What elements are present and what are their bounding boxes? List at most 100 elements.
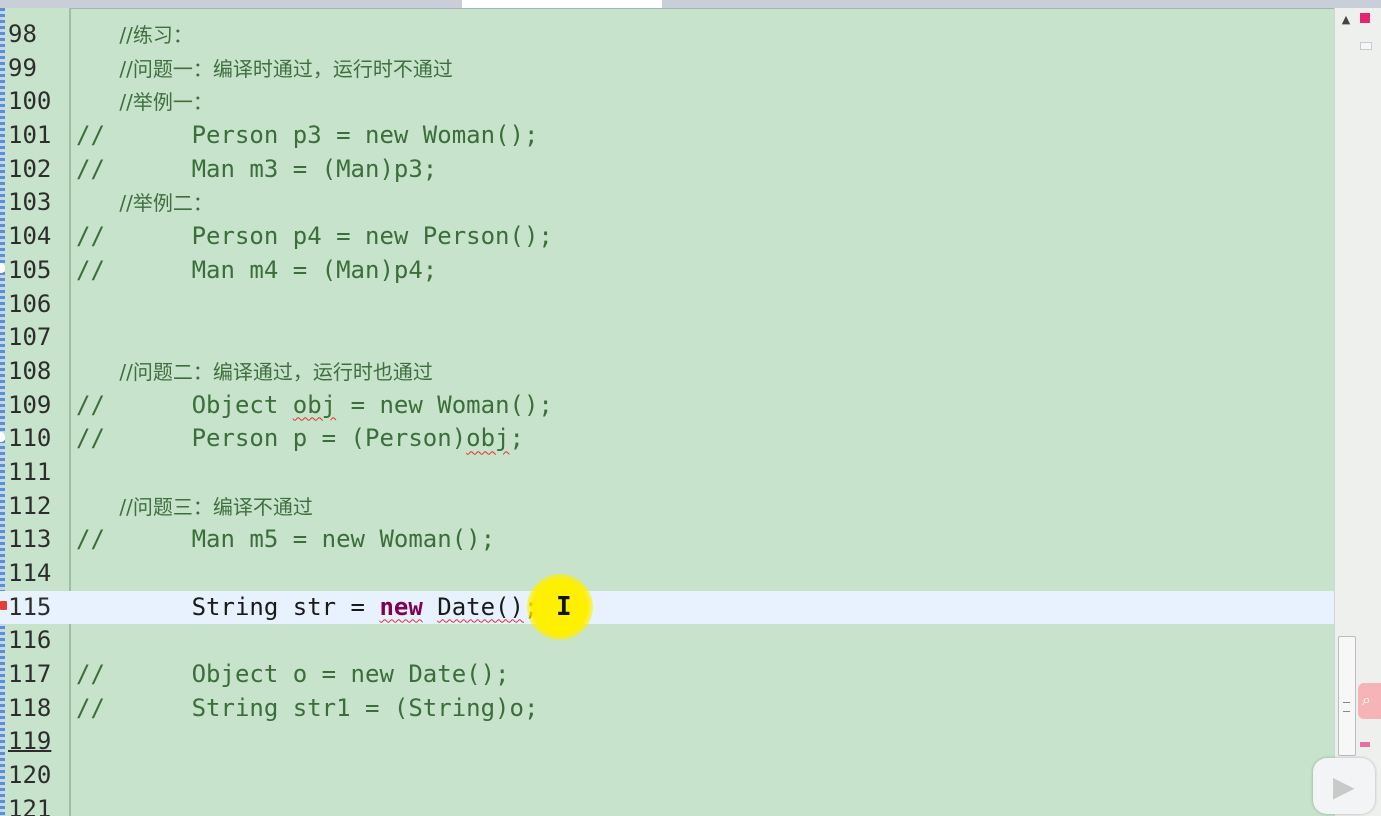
code-text[interactable]: //举例一： xyxy=(76,85,212,120)
code-line[interactable]: 106 xyxy=(0,288,1334,322)
comment-prefix: // xyxy=(76,222,105,251)
code-line[interactable]: 101 // Person p3 = new Woman(); xyxy=(0,119,1334,153)
code-line[interactable]: 100 //举例一： xyxy=(0,85,1334,119)
code-line[interactable]: 117 // Object o = new Date(); xyxy=(0,658,1334,692)
code-line[interactable]: 107 xyxy=(0,321,1334,355)
error-token: obj xyxy=(466,424,510,453)
code-text[interactable]: // Object obj = new Woman(); xyxy=(76,389,553,423)
code-line[interactable]: 99 //问题一：编译时通过，运行时不通过 xyxy=(0,52,1334,86)
code-text[interactable]: // Man m3 = (Man)p3; xyxy=(76,153,437,187)
play-overlay-button[interactable]: ▶ xyxy=(1313,758,1375,814)
line-number: 109 xyxy=(8,390,52,419)
code-line[interactable]: 119 xyxy=(0,725,1334,759)
code-text[interactable]: //问题一：编译时通过，运行时不通过 xyxy=(76,52,452,87)
code-text[interactable]: // Person p = (Person)obj; xyxy=(76,422,524,456)
code-token: Man m3 = (Man)p3; xyxy=(191,154,438,183)
code-line[interactable]: 108 //问题二：编译通过，运行时也通过 xyxy=(0,355,1334,389)
code-line[interactable]: 105 // Man m4 = (Man)p4; xyxy=(0,254,1334,288)
line-number: 113 xyxy=(8,525,52,554)
overview-occurrence-marker[interactable] xyxy=(1360,742,1370,747)
code-text[interactable]: //举例二： xyxy=(76,186,213,221)
code-text[interactable]: // Person p3 = new Woman(); xyxy=(76,119,538,153)
code-text[interactable]: //问题三：编译不通过 xyxy=(76,490,313,525)
code-line[interactable]: 116 xyxy=(0,624,1334,658)
scrollbar-thumb[interactable] xyxy=(1338,636,1356,756)
code-token: Object xyxy=(191,390,293,419)
comment-prefix: // xyxy=(76,660,105,689)
line-number: 101 xyxy=(8,121,52,150)
code-text[interactable]: // Man m4 = (Man)p4; xyxy=(76,254,437,288)
code-token: ; xyxy=(523,592,539,621)
active-editor-tab[interactable] xyxy=(462,0,662,8)
scroll-up-arrow-icon[interactable]: ▲ xyxy=(1340,14,1352,26)
search-badge[interactable]: ⌕ xyxy=(1358,683,1381,719)
code-token: Man m4 = (Man)p4; xyxy=(191,255,438,284)
code-token: Man m5 = new Woman(); xyxy=(191,525,496,554)
code-line[interactable]: 120 xyxy=(0,759,1334,793)
code-line[interactable]: 118 // String str1 = (String)o; xyxy=(0,692,1334,726)
code-token: //问题三：编译不通过 xyxy=(119,494,313,519)
line-number: 98 xyxy=(8,20,37,48)
code-token: //练习： xyxy=(119,23,193,47)
line-number: 121 xyxy=(8,794,52,816)
code-token: Person p = (Person) xyxy=(191,424,467,453)
code-line[interactable]: 103 //举例二： xyxy=(0,186,1334,220)
line-number: 99 xyxy=(8,53,37,82)
code-line[interactable]: 112 //问题三：编译不通过 xyxy=(0,490,1334,524)
scrollbar-grip-icon xyxy=(1343,702,1350,712)
code-token: = new Woman(); xyxy=(336,390,553,419)
code-line[interactable]: 104 // Person p4 = new Person(); xyxy=(0,220,1334,254)
code-token: ; xyxy=(509,424,524,453)
line-number: 117 xyxy=(8,660,52,689)
comment-prefix: // xyxy=(76,255,105,284)
error-marker-icon[interactable] xyxy=(0,601,7,610)
code-lines[interactable]: 98 //练习： 99 //问题一：编译时通过，运行时不通过 100 //举例一： 1… xyxy=(0,18,1334,816)
line-number: 116 xyxy=(8,626,52,655)
overview-error-marker[interactable] xyxy=(1360,13,1370,23)
line-number: 104 xyxy=(8,222,52,251)
code-text[interactable]: // Object o = new Date(); xyxy=(76,658,510,692)
code-editor[interactable]: 98 //练习： 99 //问题一：编译时通过，运行时不通过 100 //举例一： 1… xyxy=(0,0,1381,816)
code-text[interactable]: // Person p4 = new Person(); xyxy=(76,220,553,254)
comment-prefix: // xyxy=(76,693,105,722)
search-icon: ⌕ xyxy=(1362,690,1371,709)
code-text[interactable]: //问题二：编译通过，运行时也通过 xyxy=(76,355,432,390)
code-text[interactable]: String str = new Date(); xyxy=(76,591,539,625)
code-token: String str = xyxy=(191,592,380,621)
code-token: //举例二： xyxy=(119,191,213,216)
line-number: 102 xyxy=(8,154,52,183)
code-token: Person p3 = new Woman(); xyxy=(191,121,539,150)
code-line[interactable]: 113 // Man m5 = new Woman(); xyxy=(0,523,1334,557)
code-line-current[interactable]: 115 String str = new Date(); xyxy=(0,590,1334,625)
code-line[interactable]: 121 xyxy=(0,793,1334,816)
code-text[interactable]: //练习： xyxy=(76,18,193,53)
code-line[interactable]: 114 xyxy=(0,557,1334,591)
overview-annotation-marker[interactable] xyxy=(1360,42,1372,50)
line-number: 100 xyxy=(8,87,52,116)
code-line[interactable]: 102 // Man m3 = (Man)p3; xyxy=(0,153,1334,187)
error-token: Date() xyxy=(437,592,524,621)
error-token: new xyxy=(379,592,423,621)
code-line[interactable]: 111 xyxy=(0,456,1334,490)
code-token: String str1 = (String)o; xyxy=(191,693,539,722)
code-text[interactable]: // String str1 = (String)o; xyxy=(76,692,538,726)
code-line[interactable]: 98 //练习： xyxy=(0,18,1334,52)
code-text[interactable]: // Man m5 = new Woman(); xyxy=(76,523,495,557)
code-token: Person p4 = new Person(); xyxy=(191,222,553,251)
code-line[interactable]: 110 // Person p = (Person)obj; xyxy=(0,422,1334,456)
code-line[interactable]: 109 // Object obj = new Woman(); xyxy=(0,389,1334,423)
line-number: 112 xyxy=(8,491,52,520)
